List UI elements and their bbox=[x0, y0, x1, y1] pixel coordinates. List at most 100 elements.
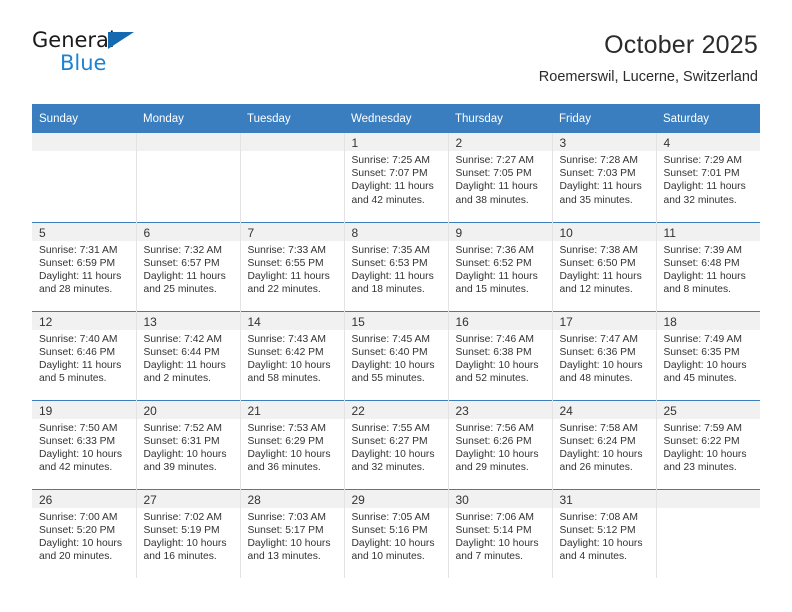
day-cell-body: Sunrise: 7:32 AM Sunset: 6:57 PM Daylight:… bbox=[137, 241, 240, 297]
calendar-day-cell[interactable]: 9 Sunrise: 7:36 AM Sunset: 6:52 PM Daylight… bbox=[448, 221, 553, 311]
calendar-day-cell[interactable]: 16 Sunrise: 7:46 AM Sunset: 6:38 PM Dayligh… bbox=[448, 310, 553, 400]
day-number: 24 bbox=[559, 403, 573, 418]
day-cell-body: Sunrise: 7:25 AM Sunset: 7:07 PM Daylight:… bbox=[345, 151, 448, 207]
daylight-text-line1: Daylight: 11 hours bbox=[663, 270, 746, 282]
calendar-day-cell[interactable]: 12 Sunrise: 7:40 AM Sunset: 6:46 PM Dayligh… bbox=[32, 310, 137, 400]
day-number: 28 bbox=[247, 492, 261, 507]
daylight-text-line2: and 32 minutes. bbox=[351, 462, 425, 474]
daylight-text-line1: Daylight: 10 hours bbox=[663, 359, 747, 371]
daylight-text-line2: and 52 minutes. bbox=[455, 373, 529, 385]
day-number: 27 bbox=[143, 492, 157, 507]
day-cell-body: Sunrise: 7:55 AM Sunset: 6:27 PM Daylight:… bbox=[345, 419, 448, 475]
calendar-day-cell[interactable]: 21 Sunrise: 7:53 AM Sunset: 6:29 PM Dayligh… bbox=[240, 399, 345, 489]
day-number: 9 bbox=[455, 225, 463, 240]
day-number-band: 23 bbox=[448, 400, 552, 419]
day-number-band: 30 bbox=[448, 489, 552, 508]
calendar-day-cell[interactable]: 18 Sunrise: 7:49 AM Sunset: 6:35 PM Dayligh… bbox=[656, 310, 760, 400]
day-cell-body: Sunrise: 7:03 AM Sunset: 5:17 PM Daylight:… bbox=[241, 508, 344, 564]
logo-text-general: General bbox=[32, 28, 115, 52]
logo-triangle-icon bbox=[108, 32, 134, 49]
sunset-text: Sunset: 6:22 PM bbox=[663, 435, 740, 447]
sunset-text: Sunset: 6:55 PM bbox=[247, 257, 324, 269]
day-cell-inner: 26 Sunrise: 7:00 AM Sunset: 5:20 PM Dayligh… bbox=[32, 489, 136, 579]
sunrise-text: Sunrise: 7:47 AM bbox=[559, 333, 638, 345]
calendar-day-cell[interactable]: 1 Sunrise: 7:25 AM Sunset: 7:07 PM Daylight… bbox=[344, 133, 449, 222]
calendar-day-cell[interactable]: 10 Sunrise: 7:38 AM Sunset: 6:50 PM Dayligh… bbox=[552, 221, 657, 311]
daylight-text-line1: Daylight: 11 hours bbox=[455, 181, 538, 193]
calendar-day-cell[interactable]: 17 Sunrise: 7:47 AM Sunset: 6:36 PM Dayligh… bbox=[552, 310, 657, 400]
calendar-day-cell[interactable]: 26 Sunrise: 7:00 AM Sunset: 5:20 PM Dayligh… bbox=[32, 488, 137, 579]
calendar-day-cell[interactable]: 20 Sunrise: 7:52 AM Sunset: 6:31 PM Dayligh… bbox=[136, 399, 241, 489]
calendar-table: Sunday Monday Tuesday Wednesday Thursday… bbox=[32, 104, 760, 578]
calendar-day-cell[interactable]: 3 Sunrise: 7:28 AM Sunset: 7:03 PM Daylight… bbox=[552, 133, 657, 222]
day-cell-body: Sunrise: 7:53 AM Sunset: 6:29 PM Daylight:… bbox=[241, 419, 344, 475]
day-cell-body: Sunrise: 7:50 AM Sunset: 6:33 PM Daylight:… bbox=[32, 419, 136, 475]
day-number-band: 21 bbox=[240, 400, 344, 419]
sunset-text: Sunset: 6:26 PM bbox=[455, 435, 532, 447]
calendar-day-cell[interactable]: 22 Sunrise: 7:55 AM Sunset: 6:27 PM Dayligh… bbox=[344, 399, 449, 489]
day-number-band: 8 bbox=[344, 222, 448, 241]
day-number: 26 bbox=[39, 492, 53, 507]
sunrise-text: Sunrise: 7:59 AM bbox=[663, 422, 742, 434]
sunrise-text: Sunrise: 7:42 AM bbox=[143, 333, 222, 345]
day-number-band: 27 bbox=[136, 489, 240, 508]
calendar-day-cell[interactable]: 8 Sunrise: 7:35 AM Sunset: 6:53 PM Daylight… bbox=[344, 221, 449, 311]
sunrise-text: Sunrise: 7:29 AM bbox=[663, 155, 742, 166]
daylight-text-line2: and 5 minutes. bbox=[39, 373, 107, 385]
calendar-day-cell[interactable]: 19 Sunrise: 7:50 AM Sunset: 6:33 PM Dayligh… bbox=[32, 399, 137, 489]
day-number-band: 7 bbox=[240, 222, 344, 241]
calendar-day-cell[interactable]: 6 Sunrise: 7:32 AM Sunset: 6:57 PM Daylight… bbox=[136, 221, 241, 311]
sunrise-text: Sunrise: 7:56 AM bbox=[455, 422, 534, 434]
calendar-day-cell[interactable]: 14 Sunrise: 7:43 AM Sunset: 6:42 PM Dayligh… bbox=[240, 310, 345, 400]
calendar-day-cell[interactable]: 31 Sunrise: 7:08 AM Sunset: 5:12 PM Dayligh… bbox=[552, 488, 657, 578]
day-cell-inner: 17 Sunrise: 7:47 AM Sunset: 6:36 PM Dayligh… bbox=[552, 311, 656, 400]
day-number: 23 bbox=[455, 403, 469, 418]
calendar-page: General Blue October 2025 Roemerswil, Lu… bbox=[0, 0, 792, 612]
daylight-text-line1: Daylight: 10 hours bbox=[39, 448, 122, 460]
day-cell-inner bbox=[656, 489, 760, 579]
calendar-day-cell[interactable]: 5 Sunrise: 7:31 AM Sunset: 6:59 PM Daylight… bbox=[32, 221, 137, 311]
calendar-day-cell[interactable]: 29 Sunrise: 7:05 AM Sunset: 5:16 PM Dayligh… bbox=[344, 488, 449, 578]
day-number-band: 4 bbox=[656, 133, 760, 151]
day-cell-inner: 11 Sunrise: 7:39 AM Sunset: 6:48 PM Dayligh… bbox=[656, 222, 760, 311]
weekday-header-saturday: Saturday bbox=[656, 104, 760, 133]
sunset-text: Sunset: 6:46 PM bbox=[39, 346, 116, 358]
calendar-day-cell[interactable]: 2 Sunrise: 7:27 AM Sunset: 7:05 PM Daylight… bbox=[448, 133, 553, 222]
calendar-day-cell[interactable]: 24 Sunrise: 7:58 AM Sunset: 6:24 PM Dayligh… bbox=[552, 399, 657, 489]
calendar-day-cell[interactable]: 27 Sunrise: 7:02 AM Sunset: 5:19 PM Dayligh… bbox=[136, 488, 241, 578]
calendar-day-cell[interactable]: 15 Sunrise: 7:45 AM Sunset: 6:40 PM Dayligh… bbox=[344, 310, 449, 400]
day-cell-body: Sunrise: 7:40 AM Sunset: 6:46 PM Daylight:… bbox=[32, 330, 136, 386]
day-number: 17 bbox=[559, 314, 573, 329]
sunrise-text: Sunrise: 7:43 AM bbox=[247, 333, 326, 345]
day-number-band: 17 bbox=[552, 311, 656, 330]
weekday-header-wednesday: Wednesday bbox=[344, 104, 448, 133]
day-number-band bbox=[136, 133, 240, 151]
day-number: 22 bbox=[351, 403, 365, 418]
daylight-text-line1: Daylight: 11 hours bbox=[39, 270, 122, 282]
day-number-band: 28 bbox=[240, 489, 344, 508]
weekday-header-tuesday: Tuesday bbox=[240, 104, 344, 133]
sunset-text: Sunset: 5:19 PM bbox=[143, 524, 220, 536]
calendar-day-cell[interactable]: 25 Sunrise: 7:59 AM Sunset: 6:22 PM Dayligh… bbox=[656, 399, 760, 489]
daylight-text-line2: and 2 minutes. bbox=[143, 373, 212, 385]
day-number-band: 14 bbox=[240, 311, 344, 330]
day-number: 19 bbox=[39, 403, 53, 418]
day-cell-body: Sunrise: 7:38 AM Sunset: 6:50 PM Daylight:… bbox=[553, 241, 656, 297]
daylight-text-line1: Daylight: 10 hours bbox=[559, 448, 643, 460]
calendar-day-cell[interactable]: 4 Sunrise: 7:29 AM Sunset: 7:01 PM Daylight… bbox=[656, 133, 760, 222]
calendar-day-cell[interactable]: 28 Sunrise: 7:03 AM Sunset: 5:17 PM Dayligh… bbox=[240, 488, 345, 578]
calendar-day-cell[interactable]: 7 Sunrise: 7:33 AM Sunset: 6:55 PM Daylight… bbox=[240, 221, 345, 311]
sunset-text: Sunset: 6:33 PM bbox=[39, 435, 116, 447]
daylight-text-line1: Daylight: 11 hours bbox=[663, 181, 746, 193]
calendar-day-cell[interactable]: 23 Sunrise: 7:56 AM Sunset: 6:26 PM Dayligh… bbox=[448, 399, 553, 489]
calendar-day-cell[interactable]: 13 Sunrise: 7:42 AM Sunset: 6:44 PM Dayligh… bbox=[136, 310, 241, 400]
day-number-band bbox=[656, 489, 760, 508]
daylight-text-line2: and 28 minutes. bbox=[39, 284, 113, 296]
day-number-band: 13 bbox=[136, 311, 240, 330]
header-titles: October 2025 Roemerswil, Lucerne, Switze… bbox=[152, 28, 758, 87]
sunset-text: Sunset: 6:24 PM bbox=[559, 435, 636, 447]
calendar-day-cell[interactable]: 30 Sunrise: 7:06 AM Sunset: 5:14 PM Dayligh… bbox=[448, 488, 553, 578]
daylight-text-line1: Daylight: 10 hours bbox=[39, 537, 122, 549]
weekday-header-sunday: Sunday bbox=[32, 104, 136, 133]
calendar-day-cell[interactable]: 11 Sunrise: 7:39 AM Sunset: 6:48 PM Dayligh… bbox=[656, 221, 760, 311]
